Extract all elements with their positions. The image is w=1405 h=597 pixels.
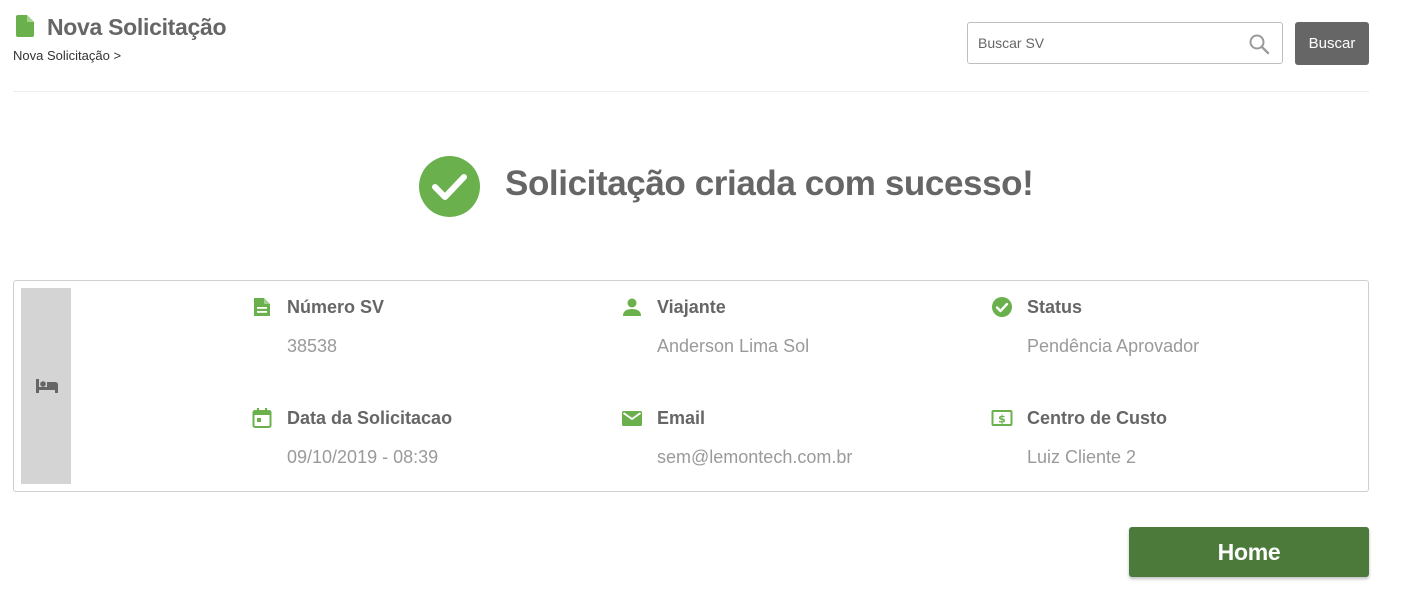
calendar-icon: [251, 407, 273, 429]
field-label: Email: [657, 408, 706, 428]
search-button[interactable]: Buscar: [1295, 22, 1369, 65]
page: Nova Solicitação Nova Solicitação > Busc…: [0, 0, 1405, 597]
home-button[interactable]: Home: [1129, 527, 1369, 577]
person-icon: [621, 296, 643, 318]
document-icon: [251, 296, 273, 318]
document-icon: [16, 15, 34, 37]
field-value: Anderson Lima Sol: [657, 336, 810, 356]
request-details-card: Número SV 38538 Viajante Anderson Lima S…: [13, 280, 1369, 492]
field-label: Data da Solicitacao: [287, 408, 453, 428]
field-value: sem@lemontech.com.br: [657, 447, 853, 467]
page-title: Nova Solicitação: [47, 14, 227, 40]
email-icon: [621, 407, 643, 429]
field-value: Pendência Aprovador: [1027, 336, 1200, 356]
money-icon: $: [991, 407, 1013, 429]
field-value: 38538: [287, 336, 338, 356]
field-value: 09/10/2019 - 08:39: [287, 447, 439, 467]
check-circle-icon: [419, 156, 480, 217]
field-label: Número SV: [287, 297, 385, 317]
check-circle-icon: [991, 296, 1013, 318]
search-input[interactable]: [968, 23, 1238, 63]
search-icon[interactable]: [1248, 33, 1270, 55]
field-label: Viajante: [657, 297, 726, 317]
hotel-bed-icon: [35, 376, 59, 394]
field-value: Luiz Cliente 2: [1027, 447, 1137, 467]
breadcrumb[interactable]: Nova Solicitação >: [13, 48, 121, 63]
header-divider: [13, 91, 1369, 92]
search-box: [967, 22, 1283, 64]
success-message: Solicitação criada com sucesso!: [505, 164, 1034, 203]
field-label: Centro de Custo: [1027, 408, 1168, 428]
service-type-strip: [21, 288, 71, 484]
svg-text:$: $: [998, 413, 1006, 426]
field-label: Status: [1027, 297, 1083, 317]
